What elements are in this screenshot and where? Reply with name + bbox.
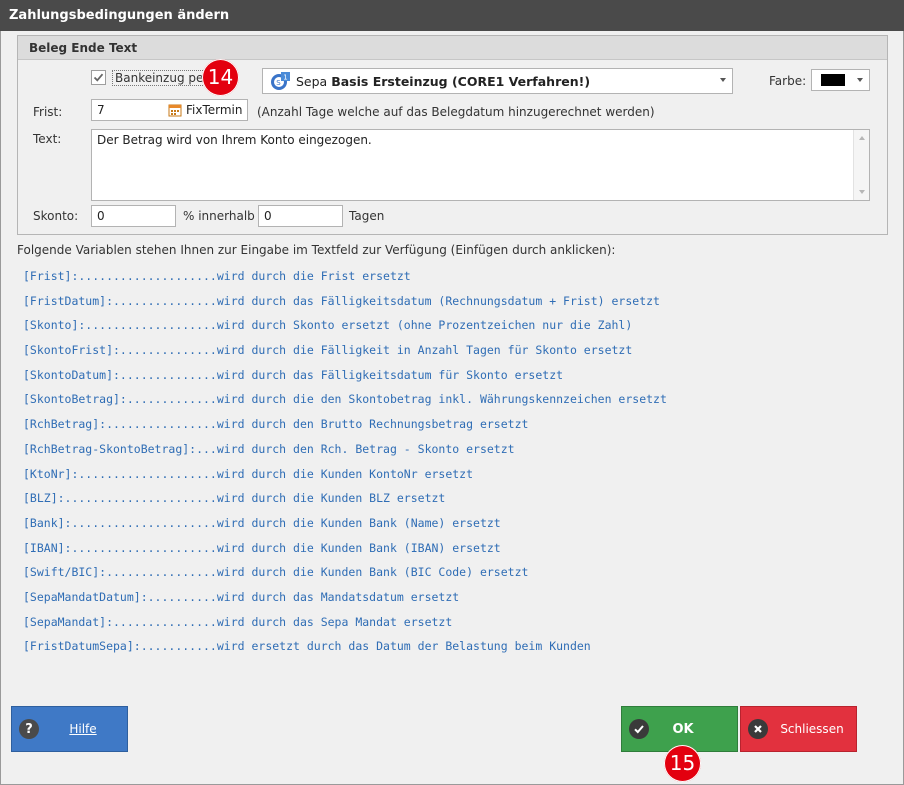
farbe-label: Farbe: xyxy=(769,74,807,88)
tagen-label: Tagen xyxy=(349,209,385,223)
variable-item[interactable]: [Swift/BIC]:................wird durch d… xyxy=(23,564,667,589)
variable-item[interactable]: [RchBetrag]:................wird durch d… xyxy=(23,416,667,441)
window-title: Zahlungsbedingungen ändern xyxy=(0,0,904,31)
farbe-dropdown[interactable] xyxy=(811,69,870,91)
step-badge-15: 15 xyxy=(664,745,701,782)
svg-text:1: 1 xyxy=(283,74,287,82)
bankeinzug-label[interactable]: Bankeinzug per xyxy=(112,70,212,86)
variable-item[interactable]: [SkontoDatum]:..............wird durch d… xyxy=(23,367,667,392)
question-icon: ? xyxy=(19,719,39,739)
close-button-label: Schliessen xyxy=(780,722,844,736)
variable-item[interactable]: [SepaMandat]:...............wird durch d… xyxy=(23,614,667,639)
sepa-selected-value: Basis Ersteinzug (CORE1 Verfahren!) xyxy=(331,73,591,89)
variable-item[interactable]: [Frist]:....................wird durch d… xyxy=(23,268,667,293)
fixtermin-button[interactable]: FixTermin xyxy=(168,101,243,119)
help-button-label: Hilfe xyxy=(69,722,97,736)
chevron-down-icon xyxy=(857,78,863,82)
text-textarea[interactable]: Der Betrag wird von Ihrem Konto eingezog… xyxy=(91,129,870,201)
skonto-input[interactable]: 0 xyxy=(91,205,176,227)
variable-item[interactable]: [BLZ]:......................wird durch d… xyxy=(23,490,667,515)
close-button[interactable]: Schliessen xyxy=(740,706,857,752)
variable-item[interactable]: [FristDatumSepa]:...........wird ersetzt… xyxy=(23,638,667,663)
step-badge-14: 14 xyxy=(202,59,239,96)
skonto-tage-value: 0 xyxy=(264,209,272,223)
chevron-down-icon xyxy=(720,78,726,82)
frist-label: Frist: xyxy=(33,105,63,119)
scroll-down-icon[interactable] xyxy=(859,190,865,194)
variable-item[interactable]: [FristDatum]:...............wird durch d… xyxy=(23,293,667,318)
skonto-value: 0 xyxy=(97,209,105,223)
variable-item[interactable]: [SkontoFrist]:..............wird durch d… xyxy=(23,342,667,367)
variable-item[interactable]: [Bank]:.....................wird durch d… xyxy=(23,515,667,540)
text-label: Text: xyxy=(33,132,62,146)
variables-intro: Folgende Variablen stehen Ihnen zur Eing… xyxy=(17,243,616,257)
variable-item[interactable]: [RchBetrag-SkontoBetrag]:...wird durch d… xyxy=(23,441,667,466)
bankeinzug-checkbox[interactable] xyxy=(91,70,106,85)
checkmark-icon xyxy=(629,719,649,739)
variables-list: [Frist]:....................wird durch d… xyxy=(23,268,667,663)
sepa-verfahren-dropdown[interactable]: 1 S Sepa Basis Ersteinzug (CORE1 Verfahr… xyxy=(262,68,733,94)
frist-value: 7 xyxy=(97,103,105,117)
help-button[interactable]: ? Hilfe xyxy=(11,706,128,752)
svg-text:S: S xyxy=(276,79,281,87)
scroll-up-icon[interactable] xyxy=(859,136,865,140)
variable-item[interactable]: [SepaMandatDatum]:..........wird durch d… xyxy=(23,589,667,614)
color-swatch xyxy=(821,74,845,86)
ok-button-label: OK xyxy=(672,721,694,737)
checkmark-icon xyxy=(93,73,104,82)
variable-item[interactable]: [KtoNr]:....................wird durch d… xyxy=(23,466,667,491)
skonto-tage-input[interactable]: 0 xyxy=(258,205,343,227)
variable-item[interactable]: [SkontoBetrag]:.............wird durch d… xyxy=(23,391,667,416)
beleg-ende-text-group: Beleg Ende Text Bankeinzug per 14 1 S Se… xyxy=(17,35,888,235)
textarea-scrollbar[interactable] xyxy=(853,130,869,200)
innerhalb-label: % innerhalb xyxy=(183,209,255,223)
close-icon xyxy=(748,719,768,739)
variable-item[interactable]: [Skonto]:...................wird durch S… xyxy=(23,317,667,342)
sepa-prefix: Sepa xyxy=(296,73,328,89)
fixtermin-label: FixTermin xyxy=(186,103,243,117)
text-value: Der Betrag wird von Ihrem Konto eingezog… xyxy=(97,133,372,147)
calendar-icon xyxy=(168,104,182,117)
sepa-icon: 1 S xyxy=(269,71,291,91)
group-title: Beleg Ende Text xyxy=(18,36,887,60)
skonto-label: Skonto: xyxy=(33,209,79,223)
dialog-body: Beleg Ende Text Bankeinzug per 14 1 S Se… xyxy=(0,31,904,785)
variable-item[interactable]: [IBAN]:.....................wird durch d… xyxy=(23,540,667,565)
frist-hint: (Anzahl Tage welche auf das Belegdatum h… xyxy=(257,105,655,119)
